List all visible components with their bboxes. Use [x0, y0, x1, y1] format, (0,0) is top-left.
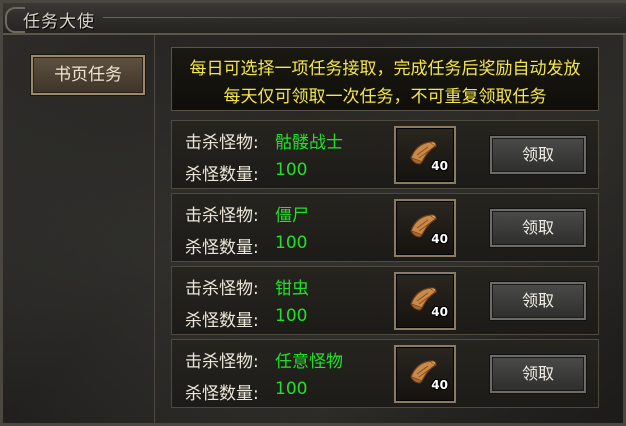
task-row: 击杀怪物: 骷髅战士 杀怪数量: 100 40 领取	[171, 120, 599, 189]
kill-monster-label: 击杀怪物:	[185, 133, 259, 153]
kill-monster-label: 击杀怪物:	[185, 352, 259, 372]
reward-slot[interactable]: 40	[394, 345, 456, 403]
kill-count-label: 杀怪数量:	[185, 238, 259, 258]
monster-name: 任意怪物	[275, 352, 343, 372]
task-row: 击杀怪物: 僵尸 杀怪数量: 100 40 领取	[171, 193, 599, 262]
notice-box: 每日可选择一项任务接取，完成任务后奖励自动发放 每天仅可领取一次任务，不可重复领…	[171, 47, 599, 111]
claim-button[interactable]: 领取	[490, 209, 586, 247]
window-title: 任务大使	[23, 12, 95, 32]
monster-name: 僵尸	[275, 206, 309, 226]
claim-button[interactable]: 领取	[490, 136, 586, 174]
kill-count-value: 100	[275, 306, 308, 326]
task-row: 击杀怪物: 任意怪物 杀怪数量: 100 40 领取	[171, 339, 599, 408]
notice-line-2: 每天仅可领取一次任务，不可重复领取任务	[223, 87, 547, 107]
kill-count-value: 100	[275, 160, 308, 180]
kill-monster-label: 击杀怪物:	[185, 206, 259, 226]
reward-count: 40	[431, 378, 448, 392]
reward-count: 40	[431, 232, 448, 246]
kill-count-value: 100	[275, 379, 308, 399]
claim-button[interactable]: 领取	[490, 282, 586, 320]
task-row: 击杀怪物: 钳虫 杀怪数量: 100 40 领取	[171, 266, 599, 335]
monster-name: 钳虫	[275, 279, 309, 299]
tab-book-page-task[interactable]: 书页任务	[31, 55, 145, 95]
reward-slot[interactable]: 40	[394, 272, 456, 330]
reward-slot[interactable]: 40	[394, 199, 456, 257]
notice-line-1: 每日可选择一项任务接取，完成任务后奖励自动发放	[189, 59, 581, 79]
kill-count-label: 杀怪数量:	[185, 311, 259, 331]
monster-name: 骷髅战士	[275, 133, 343, 153]
tab-column: 书页任务	[7, 35, 155, 425]
claim-button[interactable]: 领取	[490, 355, 586, 393]
reward-count: 40	[431, 305, 448, 319]
ornament-icon	[5, 7, 25, 33]
title-bar: 任务大使	[3, 3, 626, 35]
reward-count: 40	[431, 159, 448, 173]
kill-count-label: 杀怪数量:	[185, 165, 259, 185]
kill-count-value: 100	[275, 233, 308, 253]
task-envoy-window: 任务大使 书页任务 每日可选择一项任务接取，完成任务后奖励自动发放 每天仅可领取…	[0, 0, 626, 426]
reward-slot[interactable]: 40	[394, 126, 456, 184]
kill-count-label: 杀怪数量:	[185, 384, 259, 404]
title-divider	[103, 17, 621, 18]
kill-monster-label: 击杀怪物:	[185, 279, 259, 299]
